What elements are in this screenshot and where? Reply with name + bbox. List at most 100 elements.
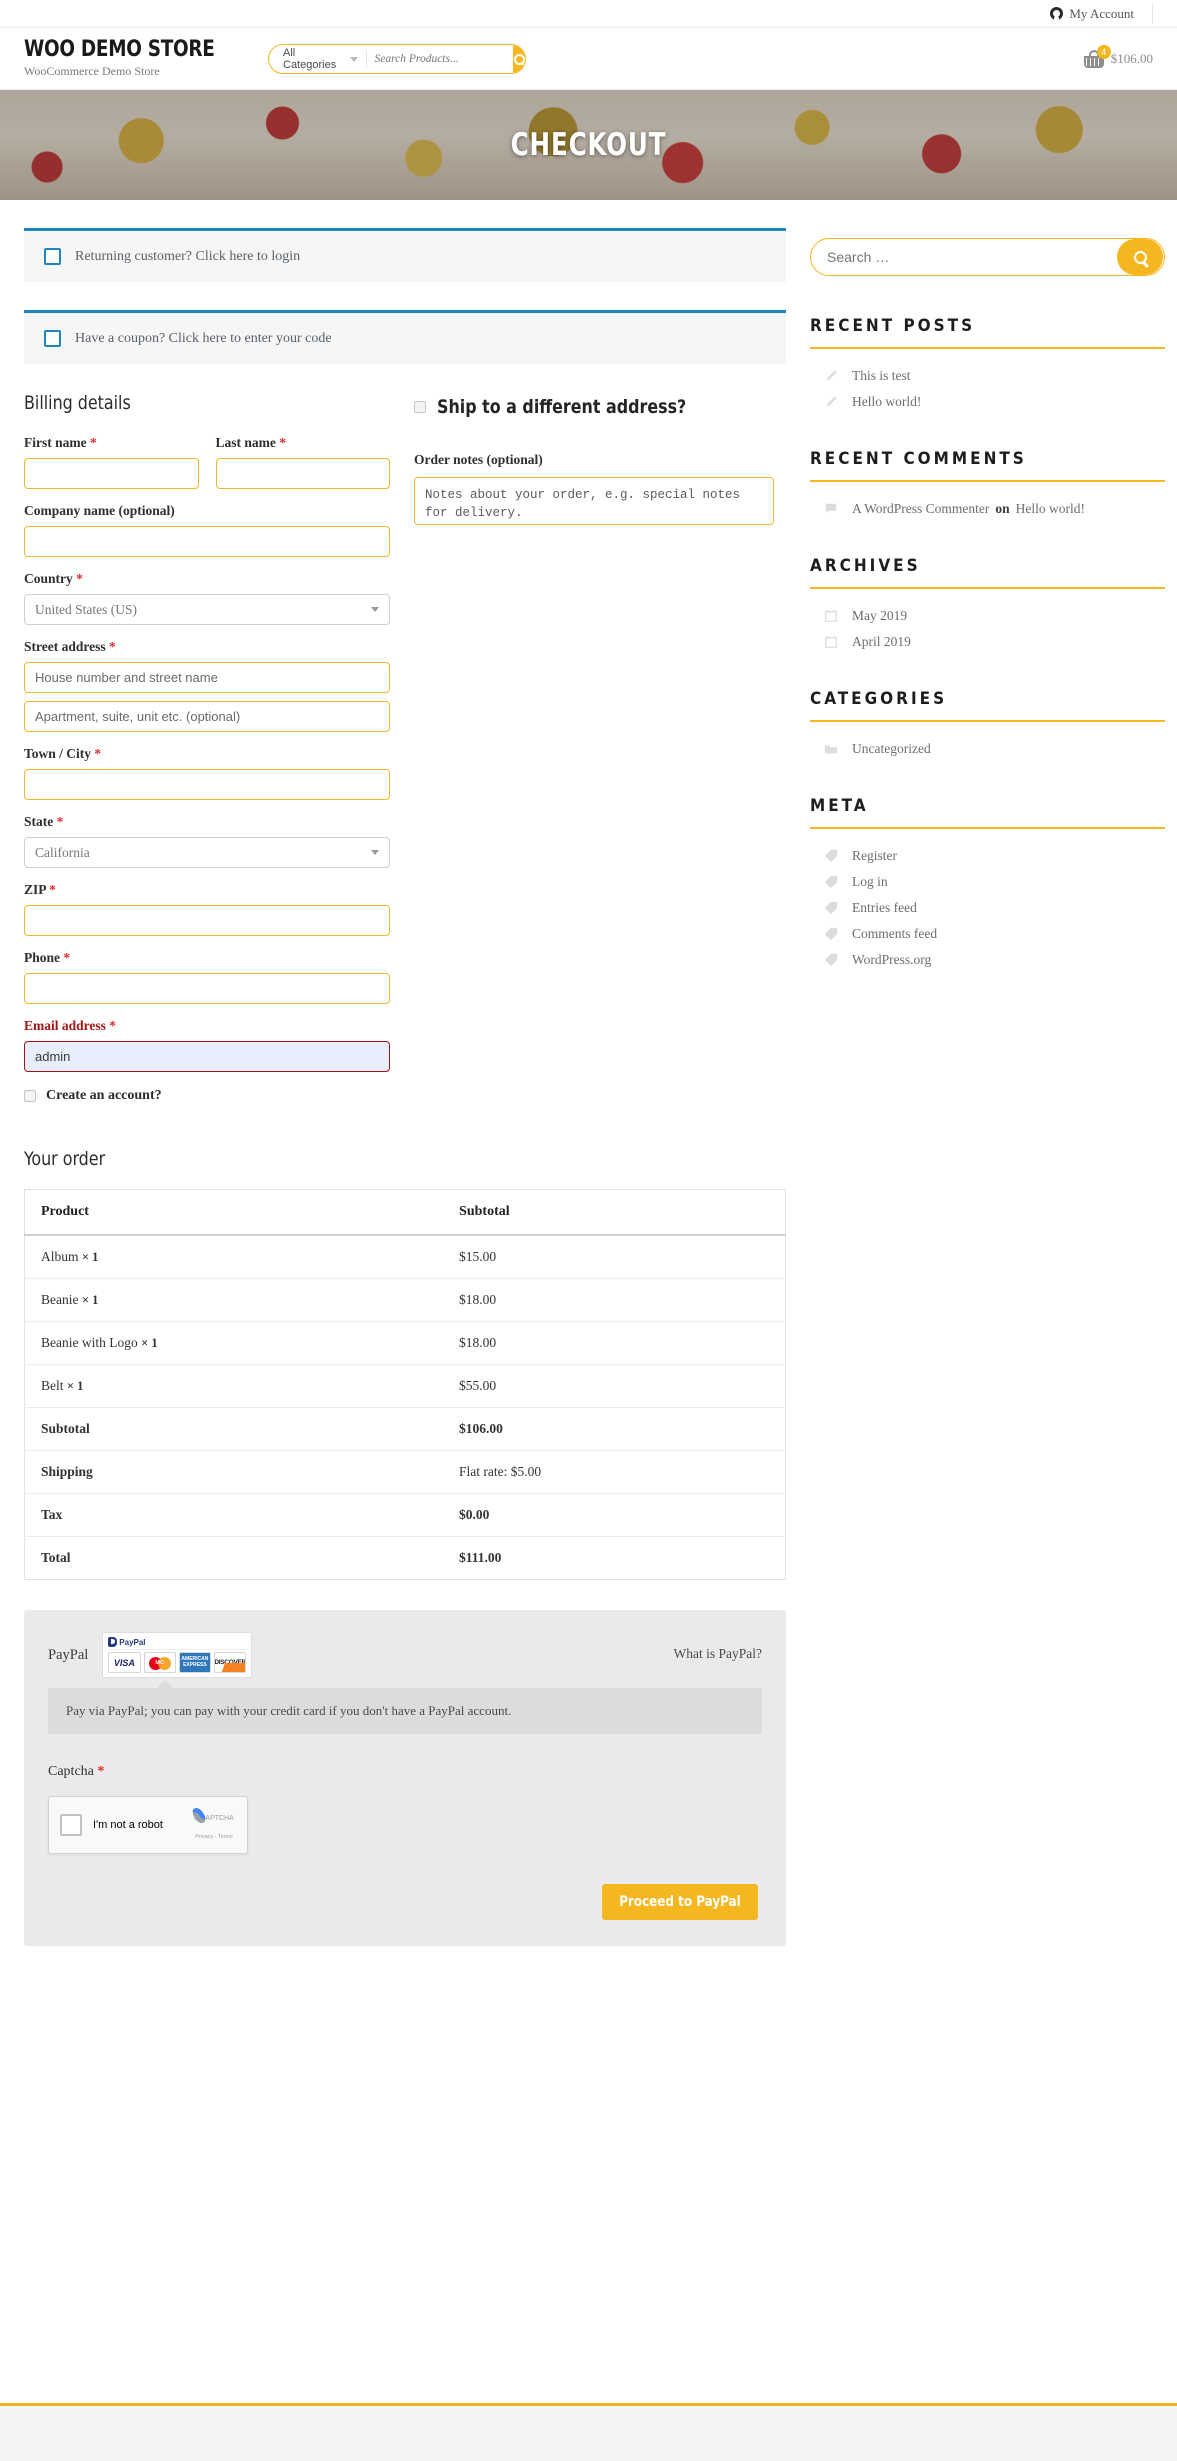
widget-title: META [810,796,1165,829]
phone-field-group: Phone * [24,950,390,1004]
site-tagline: WooCommerce Demo Store [24,63,160,78]
country-selected-value: United States (US) [35,601,137,617]
required-asterisk: * [279,435,286,450]
ship-different-label: Ship to a different address? [437,396,687,418]
checkout-main: Returning customer? Click here to login … [24,228,786,1946]
order-notes-textarea[interactable] [414,477,774,525]
create-account-checkbox[interactable] [24,1090,36,1102]
user-avatar-icon [1050,7,1064,20]
tax-label: Tax [24,1493,444,1537]
required-asterisk: * [97,1764,105,1779]
order-review-table: Product Subtotal Album × 1 $15.00 Beanie… [24,1189,786,1580]
state-select[interactable]: California [24,837,390,868]
first-name-input[interactable] [24,458,199,489]
country-select[interactable]: United States (US) [24,594,390,625]
paypal-logo-text: PayPal [119,1637,146,1647]
recaptcha-checkbox[interactable] [60,1814,82,1836]
recaptcha-label: I'm not a robot [93,1819,163,1831]
widget-recent-comments: RECENT COMMENTS A WordPress Commenter on… [810,449,1165,522]
page-hero-banner: CHECKOUT [0,90,1177,200]
table-row: Belt × 1 $55.00 [24,1364,786,1408]
city-field-group: Town / City * [24,746,390,800]
list-item[interactable]: Entries feed [810,895,1165,921]
recaptcha-widget[interactable]: I'm not a robot reCAPTCHA Privacy - Term… [48,1796,248,1854]
list-item[interactable]: Log in [810,869,1165,895]
widget-list: May 2019 April 2019 [810,603,1165,655]
widget-list: Uncategorized [810,736,1165,762]
cart-count-badge: 4 [1096,44,1111,59]
required-asterisk: * [94,746,102,761]
company-input[interactable] [24,526,390,557]
category-select[interactable]: All Categories [269,45,359,73]
site-branding[interactable]: WOO DEMO STORE WooCommerce Demo Store [24,38,284,78]
widget-title: RECENT COMMENTS [810,449,1165,482]
list-item[interactable]: April 2019 [810,629,1165,655]
paypal-p-icon [108,1637,118,1647]
city-input[interactable] [24,769,390,800]
required-asterisk: * [63,950,71,965]
what-is-paypal-link[interactable]: What is PayPal? [674,1646,762,1662]
country-label: Country * [24,571,390,587]
coupon-notice[interactable]: Have a coupon? Click here to enter your … [24,310,786,364]
ship-different-row[interactable]: Ship to a different address? [414,396,774,418]
last-name-input[interactable] [215,458,390,489]
sidebar-search-input[interactable] [811,249,1117,265]
category-select-label: All Categories [283,47,337,71]
paypal-method-row[interactable]: PayPal PayPal VISA MC AMERICAN EXPRESS DI… [48,1632,762,1678]
shipping-label: Shipping [24,1450,444,1494]
list-item[interactable]: This is test [810,363,1165,389]
product-search-input[interactable] [374,53,514,65]
company-label: Company name (optional) [24,503,175,518]
list-item[interactable]: Hello world! [810,389,1165,415]
street-address-line2-input[interactable] [24,701,390,732]
list-item[interactable]: A WordPress Commenter on Hello world! [810,496,1165,522]
my-account-link[interactable]: My Account [1050,3,1153,24]
tag-icon [824,901,838,915]
login-notice-label: Returning customer? Click here to login [75,248,301,264]
recaptcha-legal-text[interactable]: Privacy - Terms [195,1834,233,1840]
phone-input[interactable] [24,973,390,1004]
sidebar-search-form [810,238,1165,276]
create-account-row[interactable]: Create an account? [24,1088,390,1104]
product-qty: × 1 [141,1336,158,1350]
ship-different-checkbox[interactable] [414,401,426,413]
sidebar-search-button[interactable] [1117,239,1163,275]
sidebar: RECENT POSTS This is test Hello world! R… [810,228,1165,1007]
cart-link[interactable]: 4 $106.00 [1083,44,1153,68]
list-item-label: Comments feed [852,926,938,941]
recaptcha-branding: reCAPTCHA Privacy - Terms [192,1807,236,1843]
required-asterisk: * [109,639,116,654]
pencil-icon [824,395,838,409]
subtotal-label: Subtotal [24,1407,444,1451]
discover-card-icon: DISCOVER [214,1652,247,1673]
list-item[interactable]: Register [810,843,1165,869]
widget-meta: META Register Log in Entries feed Commen… [810,796,1165,973]
email-input[interactable] [24,1041,390,1072]
company-field-group: Company name (optional) [24,503,390,557]
zip-label: ZIP * [24,882,390,898]
product-search-button[interactable] [513,45,525,73]
list-item[interactable]: WordPress.org [810,947,1165,973]
list-item[interactable]: May 2019 [810,603,1165,629]
widget-list: A WordPress Commenter on Hello world! [810,496,1165,522]
list-item-label: May 2019 [852,608,908,623]
cell-subtotal: $55.00 [443,1364,786,1408]
proceed-to-paypal-button[interactable]: Proceed to PayPal [602,1884,758,1920]
login-notice[interactable]: Returning customer? Click here to login [24,228,786,282]
list-item[interactable]: Comments feed [810,921,1165,947]
table-header-row: Product Subtotal [24,1189,786,1236]
list-item[interactable]: Uncategorized [810,736,1165,762]
calendar-icon [824,635,838,649]
widget-title: ARCHIVES [810,556,1165,589]
paypal-description: Pay via PayPal; you can pay with your cr… [48,1680,762,1734]
street-address-line1-input[interactable] [24,662,390,693]
product-name: Beanie with Logo [41,1335,138,1350]
list-item-label: This is test [852,368,911,383]
product-qty: × 1 [81,1250,99,1264]
amex-card-icon: AMERICAN EXPRESS [178,1652,212,1673]
total-value: $111.00 [459,1550,502,1565]
email-label-text: Email address [24,1018,106,1033]
zip-input[interactable] [24,905,390,936]
order-heading: Your order [24,1148,106,1170]
comment-post-title: Hello world! [1015,501,1086,516]
